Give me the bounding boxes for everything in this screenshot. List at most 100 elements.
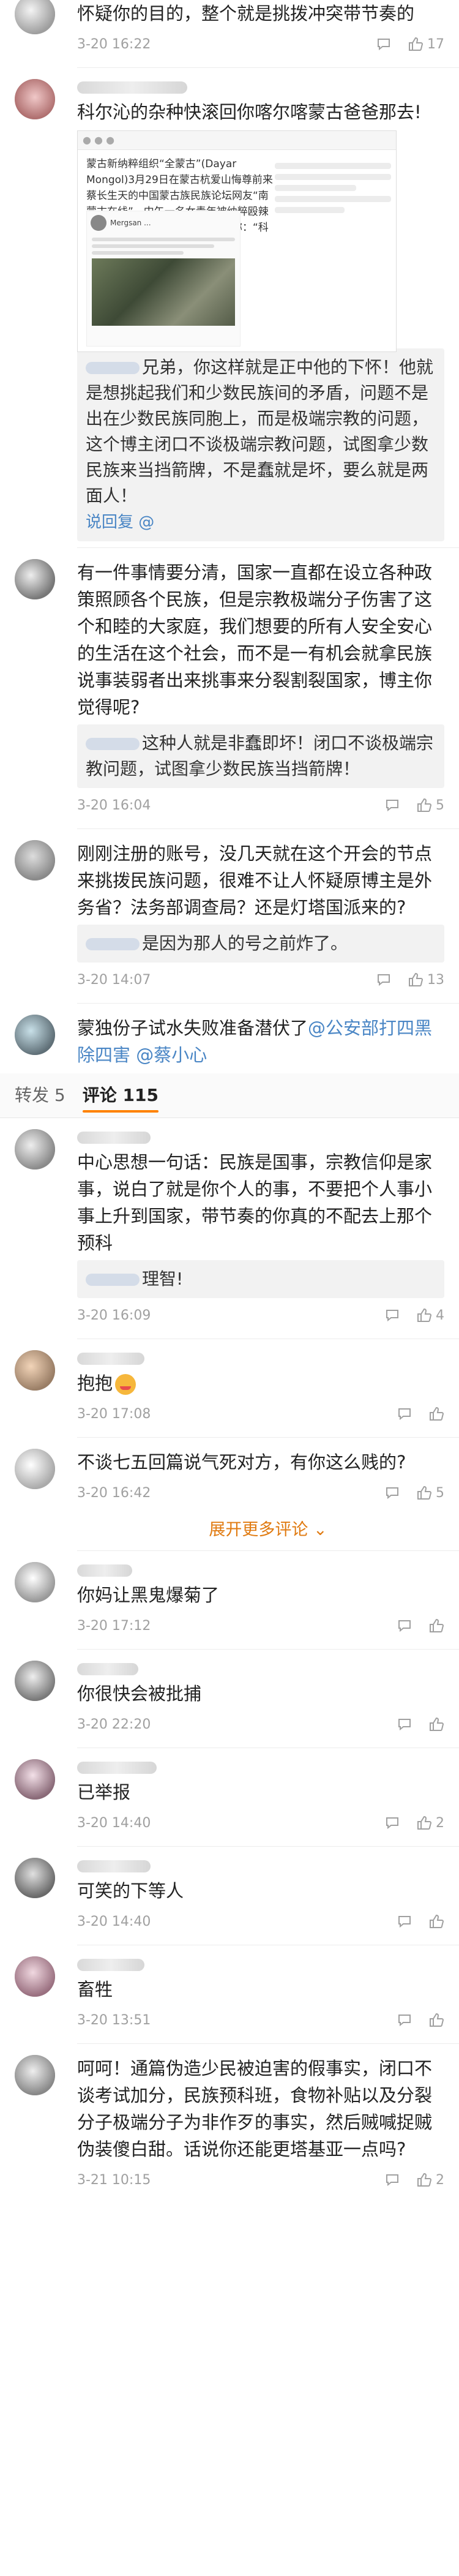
reply-link[interactable]: 说回复 @ — [86, 513, 154, 531]
like-count: 2 — [436, 1815, 444, 1831]
username[interactable] — [77, 1759, 444, 1776]
thumbs-up-icon — [416, 1485, 432, 1501]
thumbs-up-icon — [408, 36, 424, 52]
like-button[interactable] — [428, 2012, 444, 2028]
like-button[interactable]: 13 — [408, 972, 444, 988]
reply-button[interactable] — [384, 797, 400, 813]
username[interactable] — [77, 1129, 444, 1146]
reply-username[interactable] — [86, 1274, 140, 1286]
like-button[interactable] — [428, 1406, 444, 1422]
avatar[interactable] — [15, 1956, 55, 1997]
comment-item: 可笑的下等人 3-20 14:40 — [0, 1847, 459, 1939]
comment-meta: 3-20 17:12 — [77, 1609, 444, 1643]
comment-item: 刚刚注册的账号，没几天就在这个开会的节点来挑拨民族问题，很难不让人怀疑原博主是外… — [0, 829, 459, 997]
reply-username[interactable] — [86, 738, 140, 750]
avatar[interactable] — [15, 1350, 55, 1391]
username[interactable] — [77, 1956, 444, 1973]
image-header: ● ● ● — [78, 131, 396, 150]
comment-meta: 3-20 14:07 13 — [77, 963, 444, 997]
like-button[interactable]: 2 — [416, 1815, 444, 1831]
mention-link[interactable]: @蔡小心 — [136, 1045, 207, 1065]
avatar[interactable] — [15, 840, 55, 881]
comment-text: 蒙独份子试水失败准备潜伏了@公安部打四黑除四害 @蔡小心 — [77, 1015, 444, 1068]
like-button[interactable]: 5 — [416, 797, 444, 813]
like-button[interactable]: 5 — [416, 1485, 444, 1501]
expand-more-comments-button[interactable]: 展开更多评论 ⌄ — [77, 1510, 459, 1550]
comment-meta: 3-20 22:20 — [77, 1707, 444, 1741]
like-button[interactable]: 4 — [416, 1307, 444, 1323]
username[interactable] — [77, 1858, 444, 1875]
image-card: Mergsan ... — [86, 211, 241, 347]
avatar[interactable] — [15, 1015, 55, 1055]
reply-button[interactable] — [376, 972, 392, 988]
reply-button[interactable] — [397, 1406, 412, 1422]
avatar[interactable] — [15, 1858, 55, 1898]
reply-button[interactable] — [384, 2172, 400, 2188]
comment-reply[interactable]: 兄弟，你这样就是正中他的下怀！他就是想挑起我们和少数民族间的矛盾，问题不是出在少… — [77, 348, 444, 541]
comment-time: 3-21 10:15 — [77, 2172, 151, 2188]
comment-icon — [384, 1815, 400, 1831]
comment-meta: 3-21 10:15 2 — [77, 2163, 444, 2197]
reply-button[interactable] — [397, 2012, 412, 2028]
tab-repost[interactable]: 转发 5 — [15, 1073, 65, 1117]
comment-item: 你妈让黑鬼爆菊了 3-20 17:12 — [0, 1551, 459, 1643]
comment-icon — [397, 1913, 412, 1929]
reply-button[interactable] — [397, 1716, 412, 1732]
comment-reply[interactable]: 理智! — [77, 1260, 444, 1298]
avatar[interactable] — [15, 0, 55, 34]
avatar[interactable] — [15, 1449, 55, 1489]
tab-comments[interactable]: 评论 115 — [82, 1073, 159, 1117]
thumbs-up-icon — [416, 797, 432, 813]
like-count: 5 — [436, 1485, 444, 1501]
username[interactable] — [77, 79, 444, 96]
comment-image[interactable]: ● ● ● 蒙古新纳粹组织“全蒙古”(Dayar Mongol)3月29日在蒙古… — [77, 130, 397, 352]
reply-username[interactable] — [86, 362, 140, 374]
reply-button[interactable] — [397, 1618, 412, 1634]
reply-button[interactable] — [397, 1913, 412, 1929]
avatar[interactable] — [15, 1129, 55, 1170]
avatar[interactable] — [15, 2055, 55, 2095]
username[interactable] — [77, 1562, 444, 1579]
avatar[interactable] — [15, 1661, 55, 1701]
comment-icon — [397, 1618, 412, 1634]
comment-icon — [384, 1307, 400, 1323]
reply-text: 兄弟，你这样就是正中他的下怀！他就是想挑起我们和少数民族间的矛盾，问题不是出在少… — [86, 357, 434, 506]
username[interactable] — [77, 1661, 444, 1678]
tab-comments-count: 115 — [122, 1085, 159, 1105]
avatar[interactable] — [15, 79, 55, 119]
reply-username[interactable] — [86, 938, 140, 950]
comment-item: 已举报 3-20 14:40 2 — [0, 1748, 459, 1840]
comment-icon — [397, 1406, 412, 1422]
like-button[interactable] — [428, 1618, 444, 1634]
comment-item: 有一件事情要分清，国家一直都在设立各种政策照顾各个民族，但是宗教极端分子伤害了这… — [0, 548, 459, 822]
comment-reply[interactable]: 这种人就是非蠢即坏！闭口不谈极端宗教问题，试图拿少数民族当挡箭牌！ — [77, 724, 444, 788]
like-button[interactable] — [428, 1913, 444, 1929]
avatar[interactable] — [15, 1759, 55, 1800]
like-button[interactable] — [428, 1716, 444, 1732]
comment-item: 怀疑你的目的，整个就是挑拨冲突带节奏的 3-20 16:22 17 — [0, 0, 459, 61]
comment-time: 3-20 14:40 — [77, 1913, 151, 1929]
like-count: 13 — [427, 972, 444, 988]
avatar[interactable] — [15, 559, 55, 599]
thumbs-up-icon — [428, 1406, 444, 1422]
reply-button[interactable] — [384, 1307, 400, 1323]
comment-text: 呵呵！通篇伪造少民被迫害的假事实，闭口不谈考试加分，民族预科班，食物补贴以及分裂… — [77, 2058, 433, 2160]
comment-text: 你妈让黑鬼爆菊了 — [77, 1585, 220, 1605]
thumbs-up-icon — [428, 1618, 444, 1634]
username[interactable] — [77, 1350, 444, 1367]
like-button[interactable]: 2 — [416, 2172, 444, 2188]
avatar[interactable] — [15, 1562, 55, 1602]
image-photo — [92, 258, 235, 326]
thumbs-up-icon — [408, 972, 424, 988]
like-count: 4 — [436, 1307, 444, 1323]
comment-reply[interactable]: 是因为那人的号之前炸了。 — [77, 925, 444, 963]
reply-button[interactable] — [384, 1815, 400, 1831]
comment-time: 3-20 14:40 — [77, 1815, 151, 1831]
reply-button[interactable] — [384, 1485, 400, 1501]
comment-meta: 3-20 16:22 17 — [77, 27, 444, 61]
reply-text: 是因为那人的号之前炸了。 — [142, 933, 348, 953]
comment-time: 3-20 17:12 — [77, 1618, 151, 1634]
thumbs-up-icon — [416, 1815, 432, 1831]
reply-button[interactable] — [376, 36, 392, 52]
like-button[interactable]: 17 — [408, 36, 444, 52]
